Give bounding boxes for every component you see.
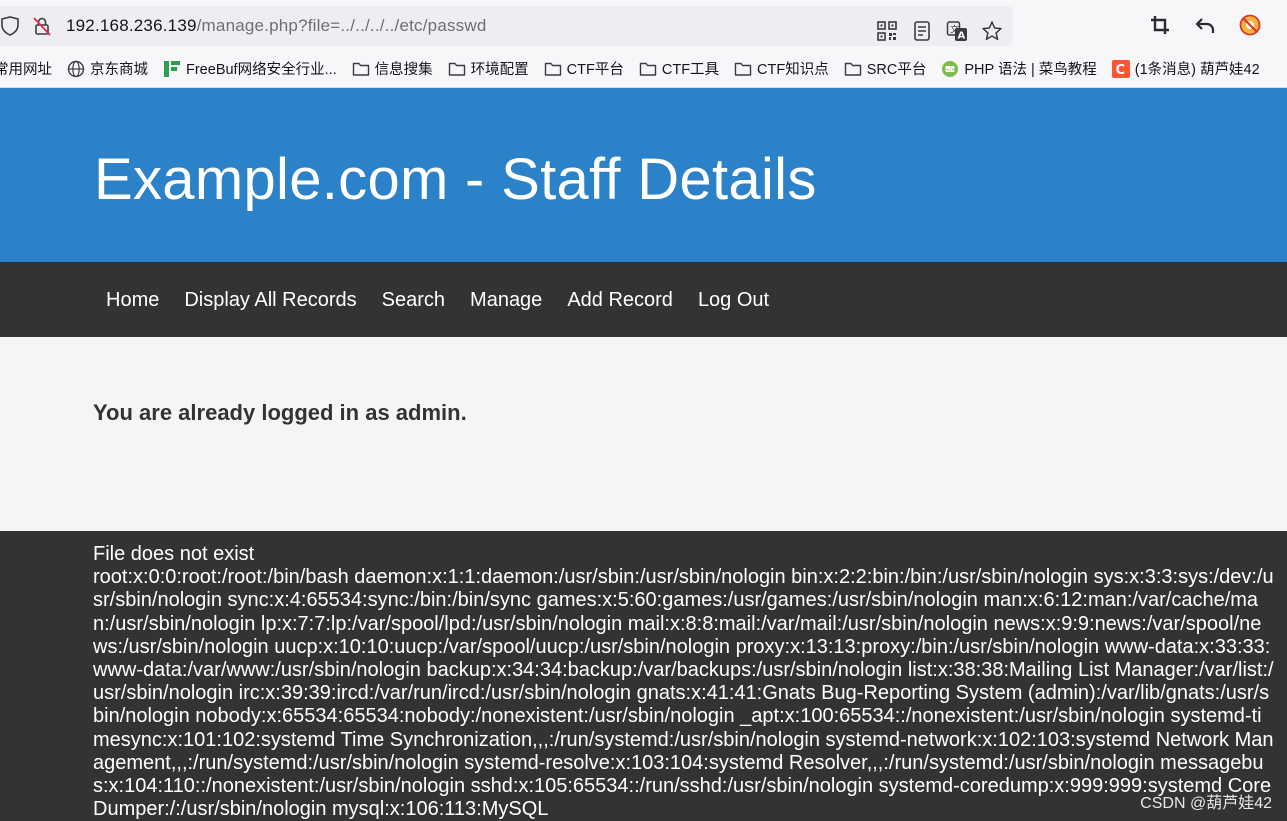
- folder-icon: [448, 62, 465, 76]
- folder-icon: [734, 62, 752, 76]
- bookmark-label: SRC平台: [866, 62, 927, 78]
- bookmark-label: (1条消息) 葫芦娃42: [1134, 62, 1260, 78]
- folder-icon: [844, 62, 861, 76]
- bookmark-label: PHP 语法 | 菜鸟教程: [964, 62, 1097, 78]
- bookmark-label: FreeBuf网络安全行业...: [186, 62, 337, 78]
- login-status-message: You are already logged in as admin.: [93, 400, 467, 425]
- nav-log-out-link[interactable]: Log Out: [698, 288, 769, 312]
- bookmark-label: 京东商城: [90, 62, 148, 78]
- bookmark-folder-ctf-tools[interactable]: CTF工具: [639, 58, 719, 79]
- bookmark-folder-env-config[interactable]: 环境配置: [448, 58, 529, 79]
- bookmark-common-sites[interactable]: 常用网址: [0, 58, 52, 79]
- bookmark-star-icon[interactable]: [981, 20, 1003, 42]
- bookmark-label: CTF工具: [661, 62, 720, 78]
- nav-manage-link[interactable]: Manage: [470, 288, 542, 312]
- address-bar[interactable]: 192.168.236.139/manage.php?file=../../..…: [0, 6, 1013, 46]
- tracking-protection-shield-icon[interactable]: [0, 16, 20, 36]
- folder-icon: [352, 62, 369, 76]
- translate-icon[interactable]: 文 A: [946, 20, 968, 42]
- globe-icon: [67, 60, 85, 77]
- undo-back-icon[interactable]: [1194, 14, 1216, 36]
- bookmark-label: 信息搜集: [374, 62, 433, 78]
- file-output: File does not exist root:x:0:0:root:/roo…: [93, 543, 1275, 821]
- svg-text:C: C: [1115, 63, 1125, 78]
- bookmark-label: 常用网址: [0, 62, 52, 78]
- bookmark-label: CTF平台: [566, 62, 624, 78]
- file-status-message: File does not exist: [93, 543, 255, 565]
- bookmark-folder-ctf-knowledge[interactable]: CTF知识点: [734, 58, 829, 79]
- bookmark-folder-ctf-platform[interactable]: CTF平台: [544, 58, 624, 79]
- insecure-lock-icon[interactable]: [32, 16, 52, 36]
- nav-display-all-records-link[interactable]: Display All Records: [184, 288, 356, 312]
- csdn-icon: C: [1111, 59, 1130, 78]
- browser-toolbar: 192.168.236.139/manage.php?file=../../..…: [0, 0, 1287, 50]
- site-title: Example.com - Staff Details: [94, 147, 817, 212]
- url-text[interactable]: 192.168.236.139/manage.php?file=../../..…: [66, 16, 487, 36]
- nav-add-record-link[interactable]: Add Record: [567, 288, 673, 312]
- url-path: /manage.php?file=../../../../etc/passwd: [196, 16, 487, 35]
- runoob-icon: </>: [942, 60, 959, 77]
- site-nav: Home Display All Records Search Manage A…: [0, 262, 1287, 337]
- folder-icon: [639, 62, 657, 76]
- passwd-file-content: root:x:0:0:root:/root:/bin/bash daemon:x…: [93, 566, 1274, 821]
- url-host: 192.168.236.139: [66, 16, 197, 35]
- bookmark-label: CTF知识点: [757, 62, 829, 78]
- footer: File does not exist root:x:0:0:root:/roo…: [0, 531, 1287, 821]
- nav-search-link[interactable]: Search: [382, 288, 445, 312]
- folder-icon: [544, 62, 561, 76]
- bookmark-folder-src-platform[interactable]: SRC平台: [844, 58, 927, 79]
- bookmark-jd[interactable]: 京东商城: [67, 58, 148, 79]
- main-content: You are already logged in as admin.: [0, 337, 1287, 531]
- bookmark-csdn[interactable]: C (1条消息) 葫芦娃42: [1111, 58, 1260, 79]
- csdn-watermark: CSDN @葫芦娃42: [1140, 795, 1272, 812]
- bookmark-php-runoob[interactable]: </> PHP 语法 | 菜鸟教程: [941, 58, 1097, 79]
- bookmarks-bar: 常用网址 京东商城 FreeBuf网络安全行业... 信息搜集 环境配置 CTF…: [0, 50, 1287, 88]
- reader-view-icon[interactable]: [911, 20, 933, 42]
- freebuf-icon: [164, 60, 180, 77]
- nav-home-link[interactable]: Home: [106, 288, 159, 312]
- extension-blocked-icon[interactable]: [1239, 14, 1261, 36]
- bookmark-freebuf[interactable]: FreeBuf网络安全行业...: [163, 58, 337, 79]
- site-header: Example.com - Staff Details: [0, 88, 1287, 262]
- svg-text:</>: </>: [947, 67, 955, 73]
- qr-code-icon[interactable]: [876, 20, 898, 42]
- svg-text:A: A: [958, 31, 966, 42]
- bookmark-folder-info-gathering[interactable]: 信息搜集: [352, 58, 433, 79]
- crop-screenshot-icon[interactable]: [1149, 14, 1171, 36]
- bookmark-label: 环境配置: [470, 62, 529, 78]
